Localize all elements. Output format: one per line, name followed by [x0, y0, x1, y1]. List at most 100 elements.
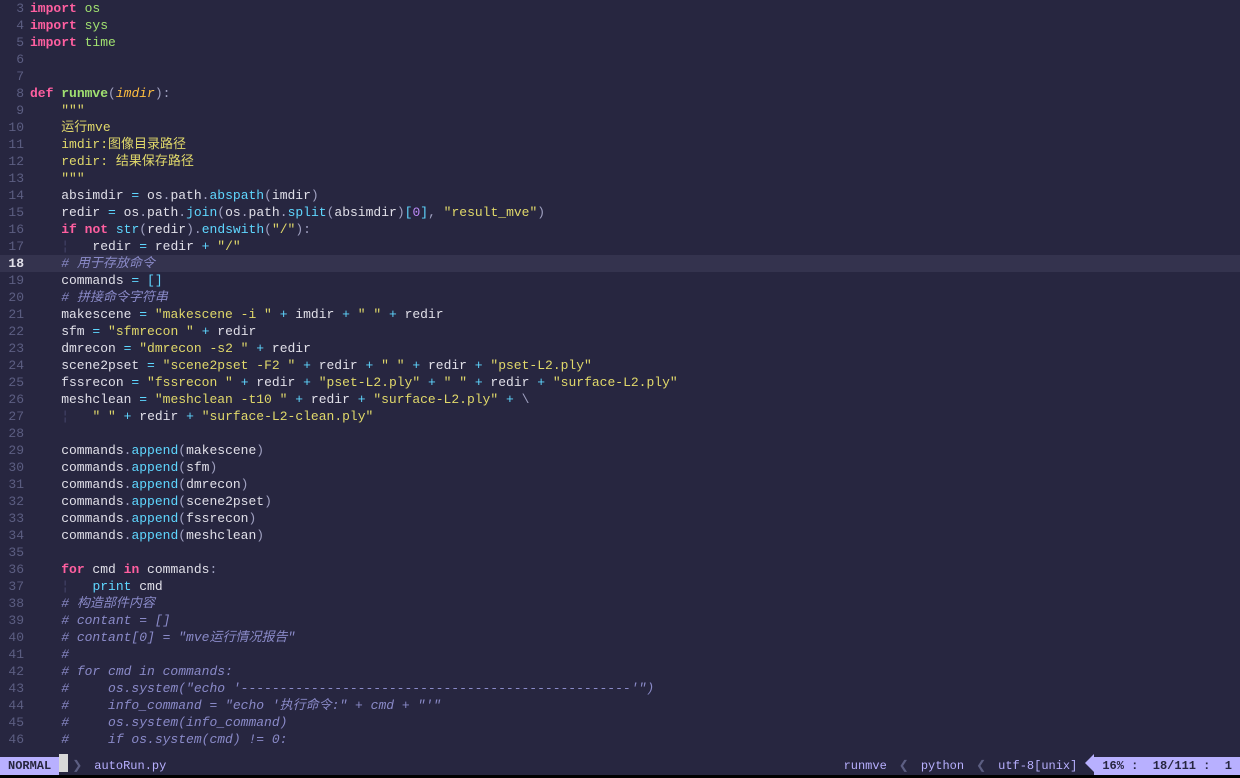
code-content[interactable]: commands = [] — [30, 272, 1240, 289]
code-area[interactable]: 3import os4import sys5import time678def … — [0, 0, 1240, 757]
code-line[interactable]: 17 ¦ redir = redir + "/" — [0, 238, 1240, 255]
line-number-gutter: 12 — [0, 153, 30, 170]
code-content[interactable]: commands.append(dmrecon) — [30, 476, 1240, 493]
code-content[interactable]: for cmd in commands: — [30, 561, 1240, 578]
code-content[interactable]: commands.append(fssrecon) — [30, 510, 1240, 527]
line-number-gutter: 30 — [0, 459, 30, 476]
code-line[interactable]: 25 fssrecon = "fssrecon " + redir + "pse… — [0, 374, 1240, 391]
code-line[interactable]: 3import os — [0, 0, 1240, 17]
line-number-gutter: 21 — [0, 306, 30, 323]
code-content[interactable]: import time — [30, 34, 1240, 51]
code-line[interactable]: 40 # contant[0] = "mve运行情况报告" — [0, 629, 1240, 646]
code-line[interactable]: 36 for cmd in commands: — [0, 561, 1240, 578]
code-content[interactable]: # 用于存放命令 — [30, 255, 1240, 272]
code-line[interactable]: 44 # info_command = "echo '执行命令:" + cmd … — [0, 697, 1240, 714]
code-content[interactable]: # if os.system(cmd) != 0: — [30, 731, 1240, 748]
code-content[interactable]: # info_command = "echo '执行命令:" + cmd + "… — [30, 697, 1240, 714]
code-line[interactable]: 32 commands.append(scene2pset) — [0, 493, 1240, 510]
line-number-gutter: 31 — [0, 476, 30, 493]
code-content[interactable]: redir: 结果保存路径 — [30, 153, 1240, 170]
code-content[interactable] — [30, 68, 1240, 85]
code-content[interactable]: # os.system(info_command) — [30, 714, 1240, 731]
code-line[interactable]: 20 # 拼接命令字符串 — [0, 289, 1240, 306]
code-line[interactable]: 14 absimdir = os.path.abspath(imdir) — [0, 187, 1240, 204]
code-content[interactable]: commands.append(scene2pset) — [30, 493, 1240, 510]
code-line[interactable]: 19 commands = [] — [0, 272, 1240, 289]
code-line[interactable]: 6 — [0, 51, 1240, 68]
code-content[interactable]: sfm = "sfmrecon " + redir — [30, 323, 1240, 340]
code-line[interactable]: 28 — [0, 425, 1240, 442]
code-line[interactable]: 43 # os.system("echo '------------------… — [0, 680, 1240, 697]
code-content[interactable]: """ — [30, 102, 1240, 119]
code-line[interactable]: 15 redir = os.path.join(os.path.split(ab… — [0, 204, 1240, 221]
chevron-left-icon: ❮ — [972, 758, 990, 775]
line-number-gutter: 26 — [0, 391, 30, 408]
code-line[interactable]: 35 — [0, 544, 1240, 561]
code-line[interactable]: 8def runmve(imdir): — [0, 85, 1240, 102]
code-content[interactable]: commands.append(makescene) — [30, 442, 1240, 459]
code-line[interactable]: 9 """ — [0, 102, 1240, 119]
code-content[interactable] — [30, 51, 1240, 68]
code-content[interactable]: scene2pset = "scene2pset -F2 " + redir +… — [30, 357, 1240, 374]
code-content[interactable]: imdir:图像目录路径 — [30, 136, 1240, 153]
code-line[interactable]: 5import time — [0, 34, 1240, 51]
code-line[interactable]: 22 sfm = "sfmrecon " + redir — [0, 323, 1240, 340]
code-line[interactable]: 37 ¦ print cmd — [0, 578, 1240, 595]
code-line[interactable]: 4import sys — [0, 17, 1240, 34]
code-line[interactable]: 11 imdir:图像目录路径 — [0, 136, 1240, 153]
code-line[interactable]: 18 # 用于存放命令 — [0, 255, 1240, 272]
code-line[interactable]: 23 dmrecon = "dmrecon -s2 " + redir — [0, 340, 1240, 357]
code-content[interactable]: fssrecon = "fssrecon " + redir + "pset-L… — [30, 374, 1240, 391]
code-content[interactable]: # — [30, 646, 1240, 663]
code-line[interactable]: 21 makescene = "makescene -i " + imdir +… — [0, 306, 1240, 323]
code-content[interactable]: """ — [30, 170, 1240, 187]
code-content[interactable]: def runmve(imdir): — [30, 85, 1240, 102]
code-content[interactable]: ¦ redir = redir + "/" — [30, 238, 1240, 255]
code-content[interactable]: # contant = [] — [30, 612, 1240, 629]
code-line[interactable]: 7 — [0, 68, 1240, 85]
code-content[interactable]: ¦ print cmd — [30, 578, 1240, 595]
code-line[interactable]: 26 meshclean = "meshclean -t10 " + redir… — [0, 391, 1240, 408]
code-content[interactable]: commands.append(meshclean) — [30, 527, 1240, 544]
separator-colon: : — [1124, 758, 1153, 775]
code-content[interactable]: import os — [30, 0, 1240, 17]
code-line[interactable]: 45 # os.system(info_command) — [0, 714, 1240, 731]
line-number-gutter: 43 — [0, 680, 30, 697]
code-line[interactable]: 12 redir: 结果保存路径 — [0, 153, 1240, 170]
code-content[interactable]: redir = os.path.join(os.path.split(absim… — [30, 204, 1240, 221]
code-content[interactable]: # 构造部件内容 — [30, 595, 1240, 612]
code-content[interactable]: # os.system("echo '---------------------… — [30, 680, 1240, 697]
code-line[interactable]: 33 commands.append(fssrecon) — [0, 510, 1240, 527]
code-content[interactable]: dmrecon = "dmrecon -s2 " + redir — [30, 340, 1240, 357]
line-number-gutter: 8 — [0, 85, 30, 102]
code-content[interactable] — [30, 544, 1240, 561]
code-line[interactable]: 27 ¦ " " + redir + "surface-L2-clean.ply… — [0, 408, 1240, 425]
code-line[interactable]: 41 # — [0, 646, 1240, 663]
code-line[interactable]: 31 commands.append(dmrecon) — [0, 476, 1240, 493]
code-content[interactable]: import sys — [30, 17, 1240, 34]
code-line[interactable]: 13 """ — [0, 170, 1240, 187]
code-line[interactable]: 46 # if os.system(cmd) != 0: — [0, 731, 1240, 748]
code-content[interactable]: makescene = "makescene -i " + imdir + " … — [30, 306, 1240, 323]
code-line[interactable]: 24 scene2pset = "scene2pset -F2 " + redi… — [0, 357, 1240, 374]
code-line[interactable]: 38 # 构造部件内容 — [0, 595, 1240, 612]
code-line[interactable]: 42 # for cmd in commands: — [0, 663, 1240, 680]
line-number-gutter: 24 — [0, 357, 30, 374]
code-line[interactable]: 29 commands.append(makescene) — [0, 442, 1240, 459]
code-content[interactable]: # 拼接命令字符串 — [30, 289, 1240, 306]
code-line[interactable]: 10 运行mve — [0, 119, 1240, 136]
code-content[interactable]: ¦ " " + redir + "surface-L2-clean.ply" — [30, 408, 1240, 425]
code-line[interactable]: 30 commands.append(sfm) — [0, 459, 1240, 476]
code-content[interactable]: # for cmd in commands: — [30, 663, 1240, 680]
code-content[interactable]: meshclean = "meshclean -t10 " + redir + … — [30, 391, 1240, 408]
code-content[interactable]: absimdir = os.path.abspath(imdir) — [30, 187, 1240, 204]
code-line[interactable]: 39 # contant = [] — [0, 612, 1240, 629]
code-line[interactable]: 34 commands.append(meshclean) — [0, 527, 1240, 544]
code-content[interactable]: if not str(redir).endswith("/"): — [30, 221, 1240, 238]
code-content[interactable] — [30, 425, 1240, 442]
code-line[interactable]: 16 if not str(redir).endswith("/"): — [0, 221, 1240, 238]
line-number-gutter: 34 — [0, 527, 30, 544]
code-content[interactable]: commands.append(sfm) — [30, 459, 1240, 476]
code-content[interactable]: 运行mve — [30, 119, 1240, 136]
code-content[interactable]: # contant[0] = "mve运行情况报告" — [30, 629, 1240, 646]
